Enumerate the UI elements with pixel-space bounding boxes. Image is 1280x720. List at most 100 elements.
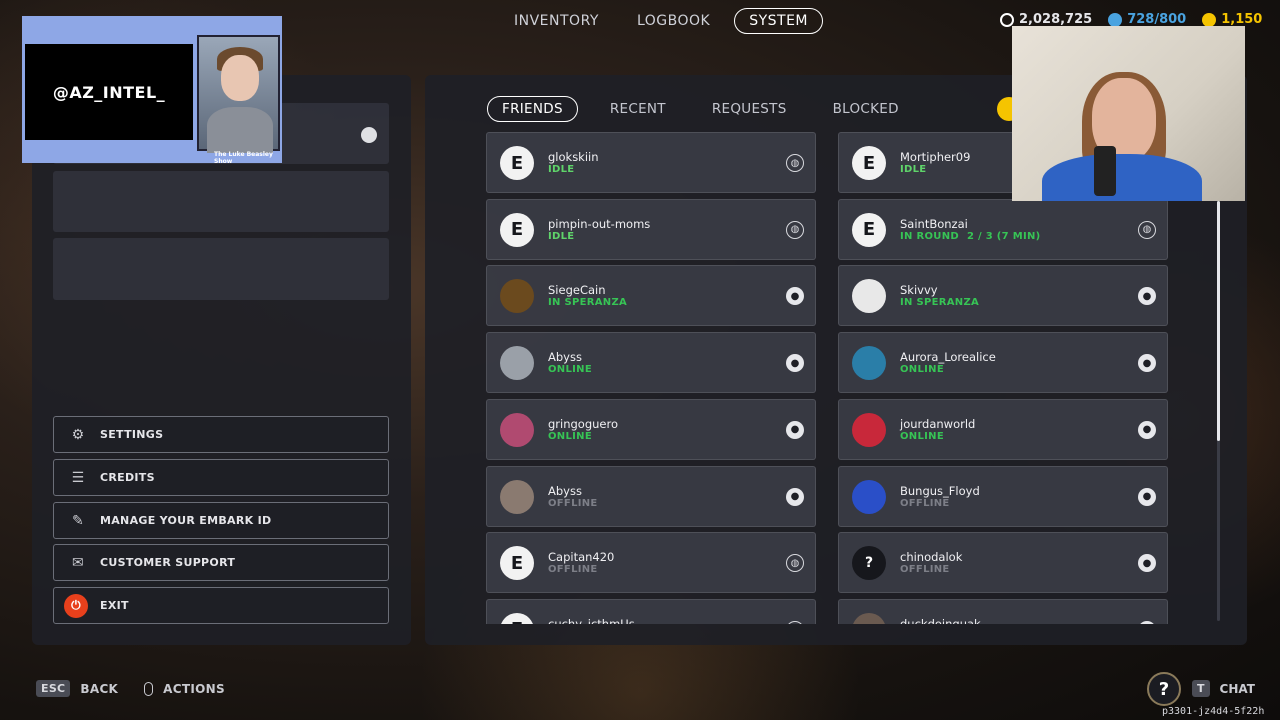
friend-list: EglokskiinIDLE◍EMortipher09IDLE◍Epimpin-… [486,132,1186,624]
friend-name: gringoguero [548,416,619,431]
tab-blocked[interactable]: BLOCKED [819,96,913,122]
friend-status: IDLE [548,231,574,242]
friend-status: IDLE [548,164,574,175]
avatar [852,479,886,514]
tab-recent[interactable]: RECENT [596,96,680,122]
friend-status-text: ONLINE [900,364,944,376]
friend-name: Capitan420 [548,550,615,565]
friend-status-text: IDLE [548,230,575,242]
steam-icon: ● [1138,620,1156,624]
friend-status-text: IN SPERANZA [548,297,628,309]
friend-status: OFFLINE [548,564,598,575]
chat-button[interactable]: CHAT [1220,682,1255,696]
tab-inventory[interactable]: INVENTORY [500,8,613,34]
friend-status-text: OFFLINE [900,497,950,509]
actions-button[interactable]: ACTIONS [163,682,225,696]
webcam-body [1042,154,1202,201]
avatar: ? [852,546,886,581]
steam-icon: ● [786,487,804,506]
tab-friends[interactable]: FRIENDS [487,96,578,122]
friend-name: Skivvy [900,283,938,298]
avatar: E [852,146,886,180]
friend-status: IN SPERANZA [548,297,627,308]
friend-card[interactable]: Epimpin-out-moms IDLE ◍ [486,198,816,260]
friend-name: Abyss [548,483,582,498]
steam-icon: ● [1138,487,1156,506]
friend-status: IN ROUND 2 / 3 (7 MIN) [900,231,1041,242]
friend-status-text: IDLE [900,164,927,175]
currency-bar: 2,028,725 728/800 1,150 [1000,12,1262,27]
microphone [1094,146,1116,196]
settings-button[interactable]: ⚙ SETTINGS [53,416,389,453]
steam-icon [361,127,377,143]
avatar [500,279,534,314]
gear-icon: ⚙ [71,426,85,443]
friend-card[interactable]: E Capitan420 OFFLINE ◍ [486,532,816,594]
friend-card[interactable]: Eglokskiin IDLE ◍ [486,132,816,193]
credits-button[interactable]: ☰ CREDITS [53,459,389,496]
mouse-icon [144,681,154,696]
bottom-hints: ESC BACK ACTIONS [36,680,225,697]
coin-icon [1000,12,1014,27]
friend-status: ONLINE [900,364,944,375]
friend-card[interactable]: Aurora_Lorealice ONLINE ● [838,332,1168,394]
globe-icon: ◍ [786,220,804,239]
tokens-icon [1202,12,1217,27]
steam-icon: ● [1138,287,1156,306]
steam-icon: ● [1138,554,1156,573]
coins-balance: 2,028,725 [1000,12,1092,27]
friend-status-text: OFFLINE [548,497,598,509]
friend-card[interactable]: Bungus_Floyd OFFLINE ● [838,465,1168,527]
friend-status: IN SPERANZA [900,297,979,308]
avatar [500,479,534,514]
steam-icon: ● [786,354,804,373]
avatar: E [500,212,534,247]
avatar: E [500,612,534,624]
tab-system[interactable]: SYSTEM [734,8,824,34]
friend-list-scroll-thumb[interactable] [1217,201,1220,441]
exit-label: EXIT [100,599,129,612]
friend-card[interactable]: Ecuchy_icthmUs ◍ [486,598,816,624]
friend-card[interactable]: SiegeCain IN SPERANZA ● [486,265,816,327]
tab-requests[interactable]: REQUESTS [698,96,801,122]
webcam-feed-right [1012,26,1245,201]
back-button[interactable]: BACK [80,682,118,696]
friend-card[interactable]: E SaintBonzai IN ROUND 2 / 3 (7 MIN) ◍ [838,198,1168,260]
friend-status: OFFLINE [900,498,950,509]
friend-name: SaintBonzai [900,216,968,231]
empty-slot [53,238,389,300]
customer-support-button[interactable]: ✉ CUSTOMER SUPPORT [53,544,389,581]
manage-embark-id-button[interactable]: ✎ MANAGE YOUR EMBARK ID [53,502,389,539]
friend-name: chinodalok [900,550,963,565]
credits-icon: ☰ [71,469,85,486]
friend-name: Bungus_Floyd [900,483,980,498]
friend-status: OFFLINE [900,564,950,575]
friend-status-text: IN SPERANZA [900,297,980,309]
friend-card[interactable]: Abyss OFFLINE ● [486,465,816,527]
friend-card[interactable]: Abyss ONLINE ● [486,332,816,394]
top-navigation: INVENTORY LOGBOOK SYSTEM [500,8,824,34]
globe-icon: ◍ [786,154,804,172]
friend-card[interactable]: gringoguero ONLINE ● [486,398,816,460]
build-id: p3301-jz4d4-5f22h [1162,706,1265,717]
coins-value: 2,028,725 [1019,12,1093,27]
friend-name: pimpin-out-moms [548,216,651,231]
manage-embark-id-label: MANAGE YOUR EMBARK ID [100,514,272,527]
customer-support-label: CUSTOMER SUPPORT [100,556,236,569]
avatar [852,412,886,447]
friend-card[interactable]: jourdanworld ONLINE ● [838,398,1168,460]
exit-button[interactable]: ⏻ EXIT [53,587,389,624]
friend-card[interactable]: ? chinodalok OFFLINE ● [838,532,1168,594]
friend-card[interactable]: duckdoinquak ● [838,598,1168,624]
t-key: T [1192,680,1210,697]
tab-logbook[interactable]: LOGBOOK [623,8,724,34]
friend-status: ONLINE [548,364,592,375]
help-button[interactable]: ? [1147,672,1181,706]
friend-status-text: ONLINE [548,430,592,442]
friend-status-text: ONLINE [548,364,592,376]
support-icon: ✉ [71,554,85,571]
friend-name: jourdanworld [900,416,976,431]
friend-status: ONLINE [548,431,592,442]
friend-card[interactable]: Skivvy IN SPERANZA ● [838,265,1168,327]
credits-label: CREDITS [100,471,155,484]
